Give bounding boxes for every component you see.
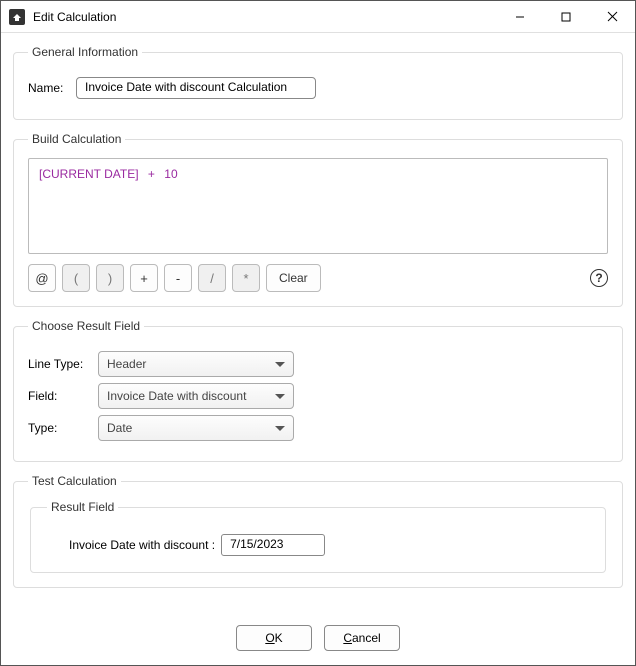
type-value: Date	[107, 421, 275, 435]
token-number: 10	[164, 167, 177, 181]
test-calculation-legend: Test Calculation	[28, 474, 121, 488]
ok-rest: K	[275, 631, 283, 645]
window-title: Edit Calculation	[33, 10, 497, 24]
choose-result-field-legend: Choose Result Field	[28, 319, 144, 333]
name-input[interactable]: Invoice Date with discount Calculation	[76, 77, 316, 99]
name-label: Name:	[28, 81, 76, 95]
maximize-button[interactable]	[543, 1, 589, 33]
result-field-value[interactable]: 7/15/2023	[221, 534, 325, 556]
minimize-button[interactable]	[497, 1, 543, 33]
general-information-group: General Information Name: Invoice Date w…	[13, 45, 623, 120]
result-field-label: Invoice Date with discount :	[69, 538, 215, 552]
open-paren-button[interactable]: (	[62, 264, 90, 292]
result-field-legend: Result Field	[47, 500, 118, 514]
divide-button[interactable]: /	[198, 264, 226, 292]
operator-toolbar: @ ( ) + - / * Clear ?	[28, 264, 608, 292]
chevron-down-icon	[275, 426, 285, 431]
token-operator: +	[142, 167, 161, 181]
test-calculation-group: Test Calculation Result Field Invoice Da…	[13, 474, 623, 588]
general-information-legend: General Information	[28, 45, 142, 59]
cancel-mnemonic: C	[343, 631, 352, 645]
multiply-button[interactable]: *	[232, 264, 260, 292]
edit-calculation-dialog: Edit Calculation General Information Nam…	[0, 0, 636, 666]
result-field-group: Result Field Invoice Date with discount …	[30, 500, 606, 573]
field-select[interactable]: Invoice Date with discount	[98, 383, 294, 409]
line-type-select[interactable]: Header	[98, 351, 294, 377]
cancel-button[interactable]: Cancel	[324, 625, 400, 651]
clear-button[interactable]: Clear	[266, 264, 321, 292]
dialog-footer: OK Cancel	[1, 615, 635, 665]
app-icon	[9, 9, 25, 25]
line-type-label: Line Type:	[28, 357, 98, 371]
close-paren-button[interactable]: )	[96, 264, 124, 292]
titlebar: Edit Calculation	[1, 1, 635, 33]
calculation-editor[interactable]: [CURRENT DATE] + 10	[28, 158, 608, 254]
line-type-value: Header	[107, 357, 275, 371]
type-label: Type:	[28, 421, 98, 435]
chevron-down-icon	[275, 394, 285, 399]
chevron-down-icon	[275, 362, 285, 367]
dialog-content: General Information Name: Invoice Date w…	[1, 33, 635, 615]
ok-button[interactable]: OK	[236, 625, 312, 651]
cancel-rest: ancel	[352, 631, 381, 645]
field-value: Invoice Date with discount	[107, 389, 275, 403]
choose-result-field-group: Choose Result Field Line Type: Header Fi…	[13, 319, 623, 462]
minimize-icon	[515, 12, 525, 22]
field-label: Field:	[28, 389, 98, 403]
at-button[interactable]: @	[28, 264, 56, 292]
help-icon[interactable]: ?	[590, 269, 608, 287]
build-calculation-legend: Build Calculation	[28, 132, 125, 146]
token-variable: [CURRENT DATE]	[39, 167, 139, 181]
maximize-icon	[561, 12, 571, 22]
plus-button[interactable]: +	[130, 264, 158, 292]
close-icon	[607, 11, 618, 22]
close-button[interactable]	[589, 1, 635, 33]
type-select[interactable]: Date	[98, 415, 294, 441]
ok-mnemonic: O	[265, 631, 274, 645]
build-calculation-group: Build Calculation [CURRENT DATE] + 10 @ …	[13, 132, 623, 307]
minus-button[interactable]: -	[164, 264, 192, 292]
